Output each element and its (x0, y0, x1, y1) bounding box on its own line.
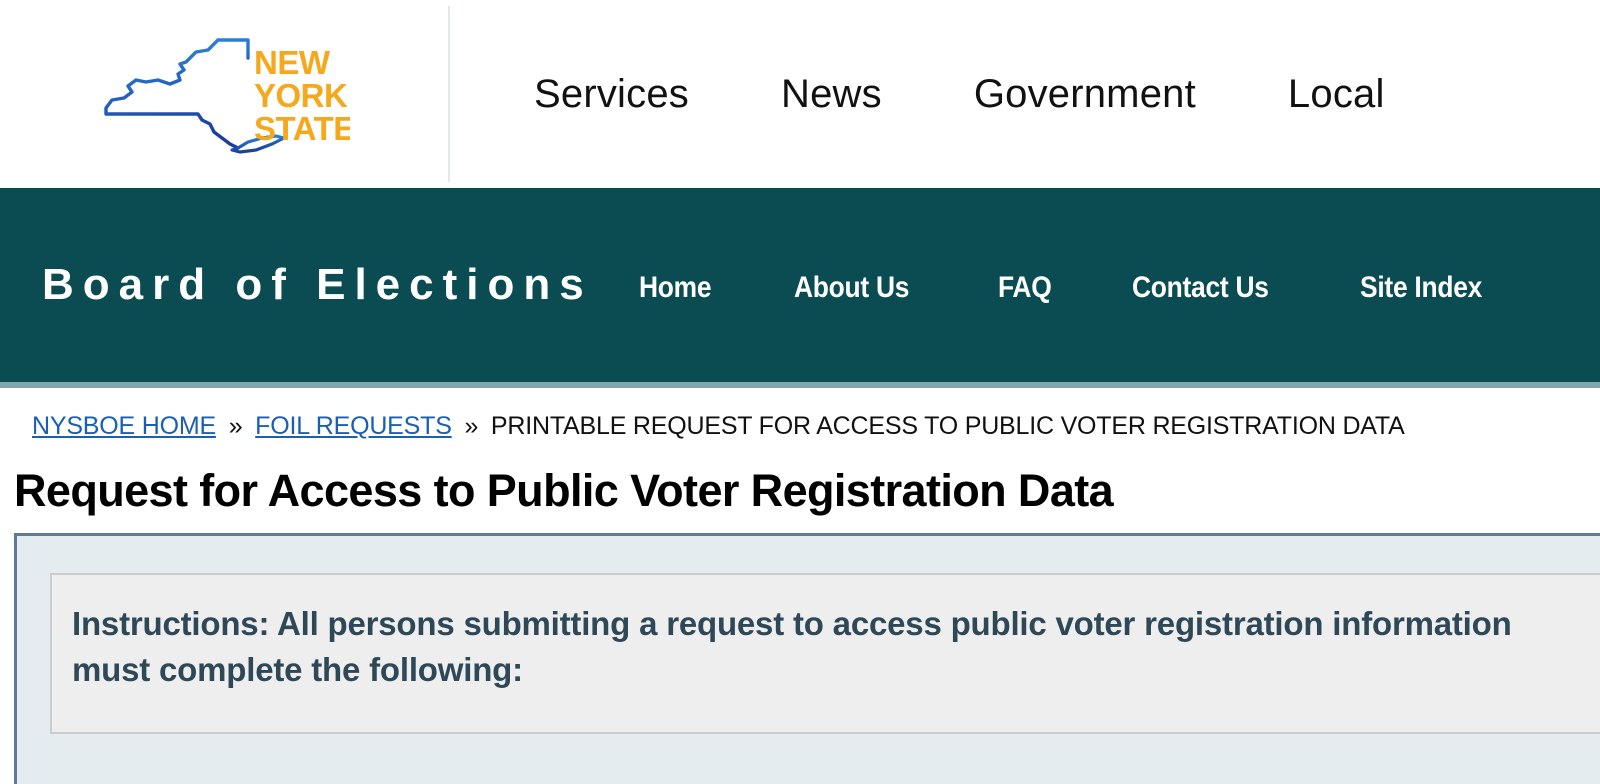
agency-nav-item-faq[interactable]: FAQ (998, 271, 1052, 305)
logo-text-york: YORK (254, 77, 348, 114)
agency-banner: Board of Elections Home About Us FAQ Con… (0, 188, 1600, 382)
agency-nav-item-site-index[interactable]: Site Index (1360, 271, 1482, 305)
logo-text-state: STATE (254, 110, 350, 147)
form-container: Instructions: All persons submitting a r… (14, 533, 1600, 784)
state-nav-item-government[interactable]: Government (974, 72, 1196, 117)
agency-nav: Home About Us FAQ Contact Us Site Index (639, 265, 1572, 305)
state-nav-item-news[interactable]: News (781, 72, 882, 117)
state-nav-item-services[interactable]: Services (534, 72, 689, 117)
instructions-panel: Instructions: All persons submitting a r… (50, 573, 1600, 735)
new-york-state-logo: NEW YORK STATE (104, 38, 350, 154)
agency-title: Board of Elections (42, 260, 593, 309)
new-york-state-logo-link[interactable]: NEW YORK STATE (98, 28, 350, 160)
page-title: Request for Access to Public Voter Regis… (14, 465, 1114, 516)
instructions-text: Instructions: All persons submitting a r… (72, 605, 1512, 688)
agency-nav-item-contact-us[interactable]: Contact Us (1132, 271, 1269, 305)
logo-text-new: NEW (254, 44, 331, 81)
breadcrumb-current-page: PRINTABLE REQUEST FOR ACCESS TO PUBLIC V… (490, 412, 1405, 440)
breadcrumb-link-nysboe-home[interactable]: NYSBOE HOME (32, 412, 216, 440)
breadcrumb-separator: » (464, 412, 479, 440)
breadcrumb-link-foil-requests[interactable]: FOIL REQUESTS (255, 412, 452, 440)
state-nav: Services News Government Local (450, 6, 1600, 182)
agency-nav-item-home[interactable]: Home (639, 271, 712, 305)
logo-zone: NEW YORK STATE (0, 6, 450, 182)
breadcrumb-separator: » (228, 412, 243, 440)
agency-nav-item-about-us[interactable]: About Us (794, 271, 909, 305)
state-header: NEW YORK STATE Services News Government … (0, 0, 1600, 188)
breadcrumb: NYSBOE HOME » FOIL REQUESTS » PRINTABLE … (0, 388, 1600, 441)
state-nav-item-local[interactable]: Local (1288, 72, 1385, 117)
